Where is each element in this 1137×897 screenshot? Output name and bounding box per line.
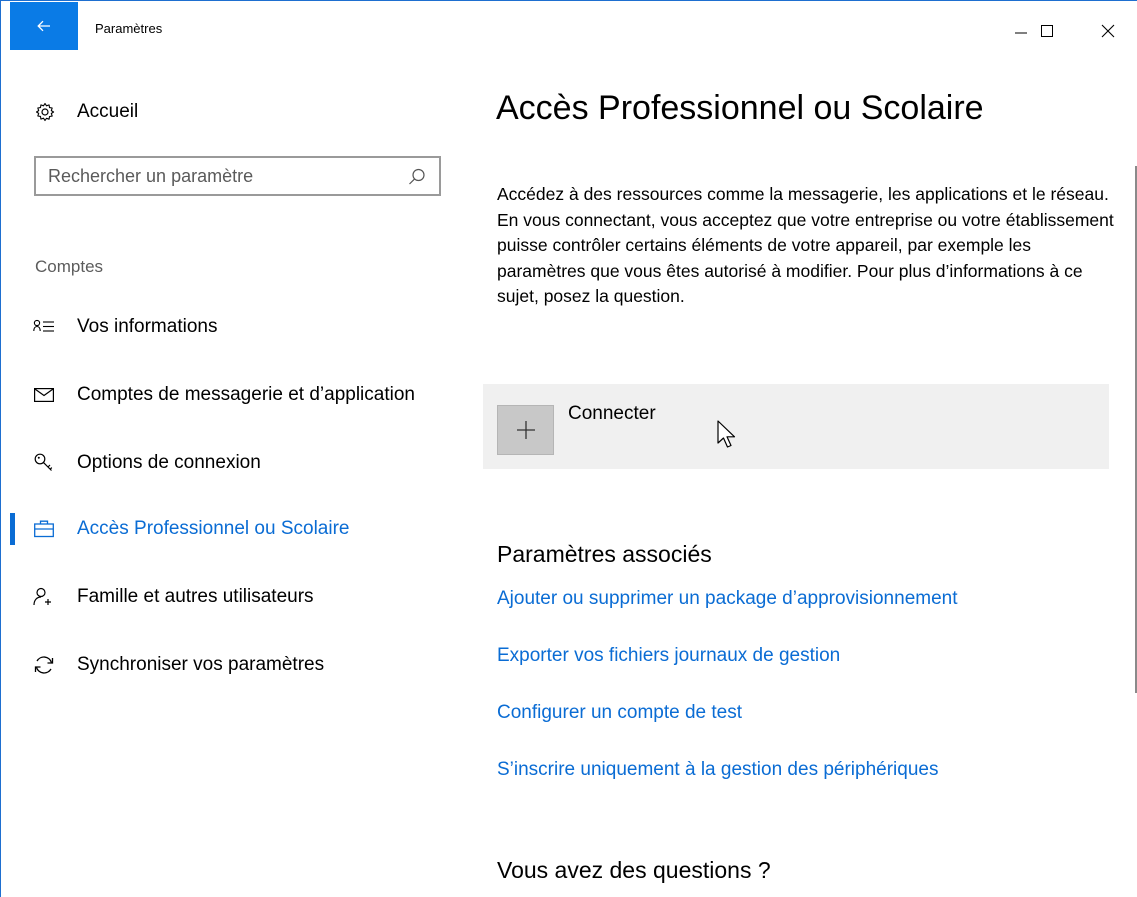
sync-icon	[33, 654, 55, 676]
key-icon	[33, 452, 55, 474]
sidebar-item-label: Vos informations	[77, 316, 218, 337]
sidebar-item-vos-informations[interactable]: Vos informations	[1, 307, 461, 347]
sidebar-home[interactable]: Accueil	[35, 97, 138, 127]
sidebar-item-synchroniser[interactable]: Synchroniser vos paramètres	[1, 645, 461, 685]
active-indicator	[10, 513, 15, 545]
link-device-management[interactable]: S’inscrire uniquement à la gestion des p…	[497, 759, 938, 781]
minimize-icon	[1015, 32, 1027, 34]
gear-icon	[35, 102, 55, 122]
questions-title: Vous avez des questions ?	[497, 857, 771, 883]
sidebar-home-label: Accueil	[77, 101, 139, 122]
related-settings-title: Paramètres associés	[497, 541, 712, 567]
close-icon	[1101, 24, 1115, 38]
sidebar-item-label: Options de connexion	[77, 452, 261, 473]
sidebar-item-label: Synchroniser vos paramètres	[77, 654, 325, 675]
sidebar-item-label: Famille et autres utilisateurs	[77, 586, 314, 607]
back-button[interactable]	[10, 2, 78, 50]
add-person-icon	[33, 586, 55, 608]
connect-plus-box[interactable]	[497, 405, 554, 455]
sidebar-item-label: Accès Professionnel ou Scolaire	[77, 518, 350, 539]
plus-icon	[516, 421, 535, 439]
mail-icon	[33, 384, 55, 406]
connect-label: Connecter	[568, 403, 656, 424]
title-bar: Paramètres	[1, 1, 1137, 59]
sidebar-item-options-connexion[interactable]: Options de connexion	[1, 443, 461, 483]
search-input[interactable]	[48, 164, 388, 188]
page-title: Accès Professionnel ou Scolaire	[496, 89, 984, 127]
window-title: Paramètres	[95, 21, 163, 36]
sidebar-section-label: Comptes	[35, 257, 104, 276]
maximize-icon	[1041, 25, 1053, 37]
mouse-cursor-icon	[717, 420, 736, 448]
maximize-button[interactable]	[1027, 15, 1067, 47]
settings-window: Paramètres Accueil Comptes	[0, 0, 1137, 897]
page-description: Accédez à des ressources comme la messag…	[497, 184, 1114, 307]
sidebar-item-famille[interactable]: Famille et autres utilisateurs	[1, 577, 461, 617]
contact-card-icon	[33, 316, 55, 338]
link-test-account[interactable]: Configurer un compte de test	[497, 702, 742, 724]
sidebar-item-label: Comptes de messagerie et d’application	[77, 384, 415, 405]
briefcase-icon	[33, 518, 55, 540]
sidebar-item-comptes-messagerie[interactable]: Comptes de messagerie et d’application	[1, 375, 461, 415]
link-provisioning-package[interactable]: Ajouter ou supprimer un package d’approv…	[497, 588, 958, 610]
link-export-logs[interactable]: Exporter vos fichiers journaux de gestio…	[497, 645, 840, 667]
close-button[interactable]	[1088, 15, 1128, 47]
search-icon[interactable]	[407, 167, 427, 187]
search-box[interactable]	[34, 156, 441, 196]
back-arrow-icon	[37, 20, 50, 32]
connect-button[interactable]: Connecter	[483, 384, 1109, 469]
sidebar-item-acces-professionnel[interactable]: Accès Professionnel ou Scolaire	[1, 509, 461, 549]
